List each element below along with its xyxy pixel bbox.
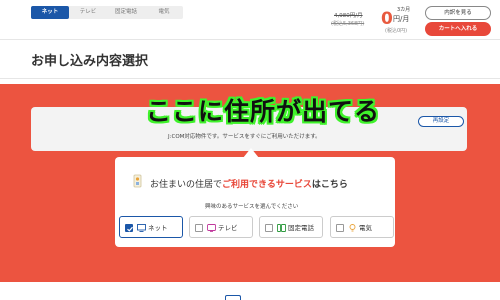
service-heading-post: はこちら — [311, 180, 348, 190]
regular-price-tax: (税込5,368円) — [331, 21, 365, 27]
service-option-electricity[interactable]: 電気 — [330, 216, 394, 238]
service-tabs: ネット テレビ 固定電話 電気 — [31, 6, 183, 19]
campaign-price-tax: (税込0円) — [385, 28, 408, 34]
service-option-label: 固定電話 — [288, 224, 314, 232]
interest-label: 興味のあるサービスを選んでください — [205, 204, 299, 210]
view-breakdown-button[interactable]: 内訳を見る — [425, 6, 491, 20]
campaign-price: 3カ月 0 円/月 (税込0円) — [381, 6, 421, 36]
service-heading-emphasis: ご利用できるサービス — [222, 180, 312, 190]
campaign-months: 3カ月 — [397, 7, 411, 13]
phone-icon — [277, 224, 286, 232]
add-to-cart-button[interactable]: カートへ入れる — [425, 22, 491, 36]
house-pin-icon — [133, 174, 142, 188]
campaign-price-unit: 円/月 — [393, 15, 410, 23]
page-title: お申し込み内容選択 — [31, 54, 149, 69]
reset-address-button[interactable]: 再設定 — [418, 116, 464, 127]
tab-electricity[interactable]: 電気 — [145, 6, 183, 19]
service-option-tv[interactable]: テレビ — [189, 216, 253, 238]
checkbox-checked[interactable] — [125, 224, 133, 232]
service-option-label: テレビ — [218, 224, 238, 232]
service-option-net[interactable]: ネット — [119, 216, 183, 238]
service-option-label: 電気 — [359, 224, 372, 232]
service-option-label: ネット — [148, 224, 168, 232]
monitor-icon — [137, 224, 146, 232]
header: ネット テレビ 固定電話 電気 4,980円/月 (税込5,368円) 3カ月 … — [0, 0, 500, 40]
service-heading: お住まいの住居でご利用できるサービスはこちら — [150, 177, 348, 190]
tab-landline[interactable]: 固定電話 — [107, 6, 145, 19]
next-section-icon — [225, 295, 241, 300]
checkbox[interactable] — [195, 224, 203, 232]
tv-icon — [207, 224, 216, 232]
bulb-icon — [349, 224, 356, 232]
checkbox[interactable] — [336, 224, 344, 232]
annotation-caption: ここに住所が出てる — [146, 97, 381, 126]
address-note: J:COM対応物件です。サービスをすぐにご利用いただけます。 — [168, 134, 321, 140]
campaign-price-value: 0 — [381, 9, 393, 29]
service-option-landline[interactable]: 固定電話 — [259, 216, 323, 238]
divider — [0, 78, 500, 79]
tab-net[interactable]: ネット — [31, 6, 69, 19]
checkbox[interactable] — [265, 224, 273, 232]
regular-price: 4,980円/月 — [334, 13, 363, 19]
tab-tv[interactable]: テレビ — [69, 6, 107, 19]
service-heading-pre: お住まいの住居で — [150, 180, 223, 190]
